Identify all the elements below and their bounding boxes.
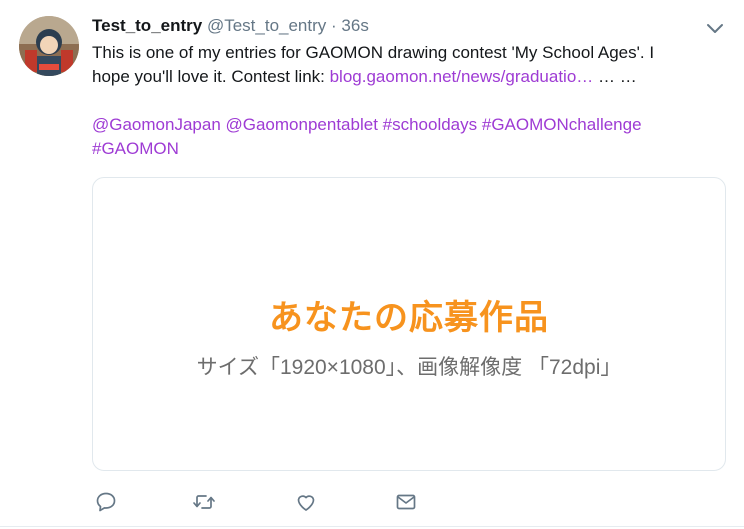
hashtags-line[interactable]: #GAOMON [92, 137, 722, 161]
divider [0, 526, 744, 527]
card-subtitle: サイズ「1920×1080」、画像解像度 「72dpi」 [196, 356, 622, 379]
like-icon[interactable] [294, 490, 322, 518]
tweet-text: This is one of my entries for GAOMON dra… [92, 41, 722, 161]
reply-icon[interactable] [94, 490, 122, 518]
chevron-down-icon[interactable] [706, 22, 724, 34]
dm-icon[interactable] [394, 490, 422, 518]
action-bar [92, 490, 422, 518]
tweet-text-suffix: … … [593, 67, 637, 86]
display-name[interactable]: Test_to_entry [92, 16, 202, 35]
tweet-header: Test_to_entry @Test_to_entry · 36s [92, 16, 369, 36]
tweet-text-line: This is one of my entries for GAOMON dra… [92, 43, 655, 62]
timestamp[interactable]: 36s [341, 16, 368, 35]
card-title: あなたの応募作品 [269, 299, 549, 337]
avatar-image [19, 16, 79, 76]
avatar[interactable] [19, 16, 79, 76]
tweet-text-line: hope you'll love it. Contest link: blog.… [92, 65, 722, 89]
media-card[interactable]: あなたの応募作品 サイズ「1920×1080」、画像解像度 「72dpi」 [92, 177, 726, 471]
retweet-icon[interactable] [192, 490, 220, 518]
contest-link[interactable]: blog.gaomon.net/news/graduatio… [330, 67, 594, 86]
hashtags-line[interactable]: @GaomonJapan @Gaomonpentablet #schoolday… [92, 113, 722, 137]
user-handle[interactable]: @Test_to_entry [207, 16, 326, 35]
tweet-text-prefix: hope you'll love it. Contest link: [92, 67, 330, 86]
separator: · [331, 16, 337, 35]
